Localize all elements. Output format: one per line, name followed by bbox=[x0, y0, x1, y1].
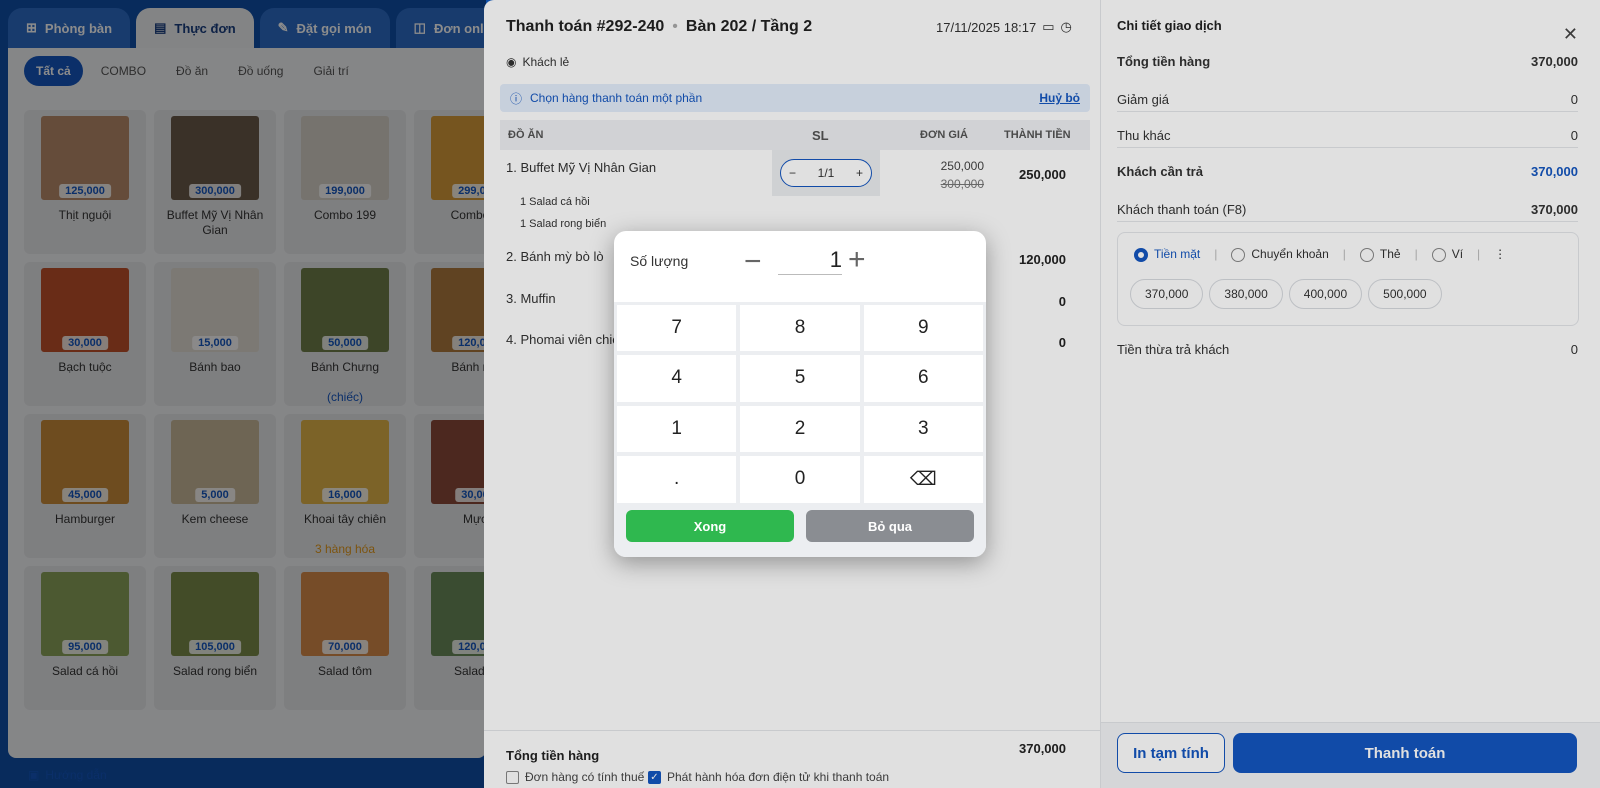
quantity-label: Số lượng bbox=[630, 253, 689, 269]
plus-icon[interactable]: + bbox=[848, 245, 866, 275]
done-button[interactable]: Xong bbox=[626, 510, 794, 542]
keypad-key[interactable]: 1 bbox=[617, 405, 737, 452]
keypad-key[interactable]: 6 bbox=[863, 355, 983, 402]
app: ⊞ Phòng bàn ▤ Thực đơn ✎ Đặt gọi món ◫ Đơn o… bbox=[0, 0, 1600, 788]
keypad-key[interactable]: 5 bbox=[740, 355, 860, 402]
keypad-key[interactable]: 3 bbox=[863, 405, 983, 452]
keypad-key[interactable]: 0 bbox=[740, 455, 860, 503]
keypad-key[interactable]: 9 bbox=[863, 305, 983, 352]
minus-icon[interactable]: − bbox=[744, 247, 762, 277]
modal-footer: Xong Bỏ qua bbox=[614, 506, 986, 557]
quantity-input[interactable]: 1 bbox=[778, 245, 842, 275]
backdrop-left bbox=[0, 0, 486, 788]
backspace-icon[interactable]: ⌫ bbox=[863, 455, 983, 503]
keypad-key[interactable]: 8 bbox=[740, 305, 860, 352]
numeric-keypad: 7 8 9 4 5 6 1 2 3. 0 ⌫ bbox=[614, 302, 986, 506]
quantity-modal: Số lượng − 1 + 7 8 9 4 5 6 1 2 3. 0 ⌫ Xong Bỏ qua bbox=[614, 231, 986, 557]
keypad-key[interactable]: 2 bbox=[740, 405, 860, 452]
keypad-key[interactable]: . bbox=[617, 455, 737, 503]
keypad-key[interactable]: 7 bbox=[617, 305, 737, 352]
skip-button[interactable]: Bỏ qua bbox=[806, 510, 974, 542]
keypad-key[interactable]: 4 bbox=[617, 355, 737, 402]
